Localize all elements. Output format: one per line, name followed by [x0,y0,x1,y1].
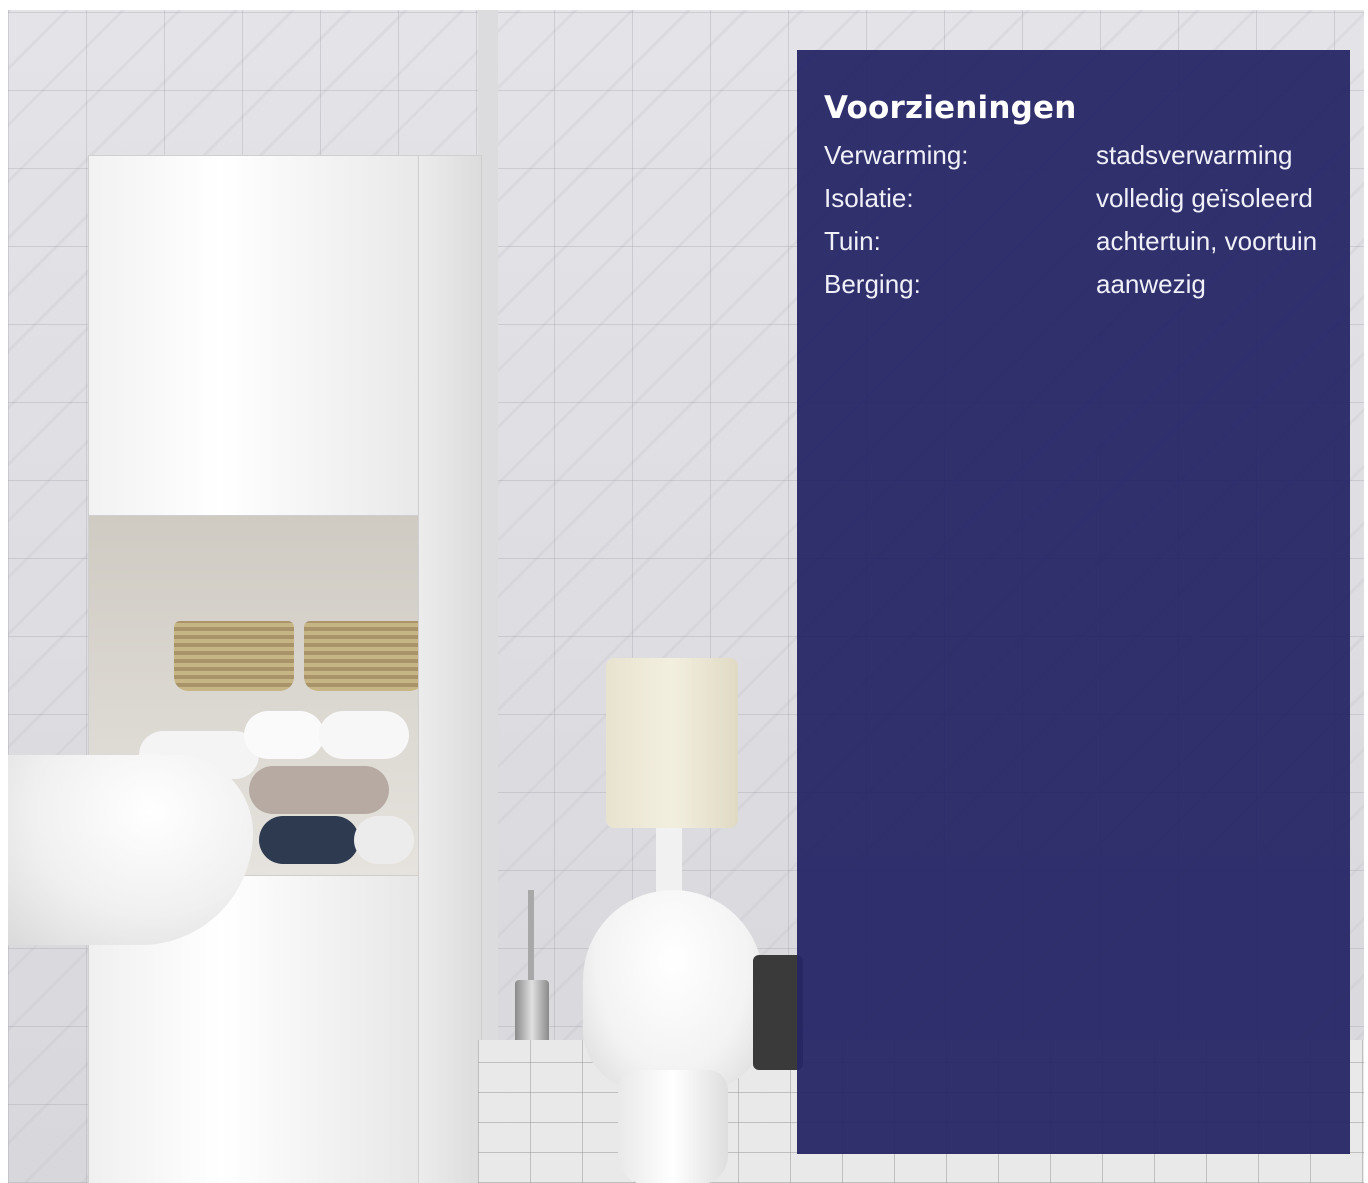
facility-row-garden: Tuin: achtertuin, voortuin [824,220,1350,263]
towel [249,766,389,814]
facility-label: Verwarming: [824,140,969,170]
pedal-bin [753,955,803,1070]
facility-label: Tuin: [824,226,881,256]
facility-value: volledig geïsoleerd [1096,183,1313,213]
panel-title: Voorzieningen [824,90,1077,126]
facility-value: achtertuin, voortuin [1096,226,1318,256]
toilet-cistern [606,658,738,828]
facility-value: aanwezig [1096,269,1206,299]
facility-row-insulation: Isolatie: volledig geïsoleerd [824,177,1350,220]
towel [354,816,414,864]
facilities-panel: Voorzieningen Verwarming: stadsverwarmin… [797,50,1350,1154]
towel [259,816,359,864]
facility-row-heating: Verwarming: stadsverwarming [824,134,1350,177]
toilet-base [618,1070,728,1183]
facility-row-storage: Berging: aanwezig [824,263,1350,306]
toilet-brush-handle [528,890,534,982]
cabinet-side [418,155,482,1183]
basket [174,621,294,691]
cabinet-upper-door [88,155,420,517]
toilet-seat [583,890,763,1090]
facility-value: stadsverwarming [1096,140,1293,170]
basket [304,621,424,691]
facility-label: Isolatie: [824,183,914,213]
flush-pipe [656,828,682,898]
towel [244,711,324,759]
facility-label: Berging: [824,269,921,299]
towel [319,711,409,759]
